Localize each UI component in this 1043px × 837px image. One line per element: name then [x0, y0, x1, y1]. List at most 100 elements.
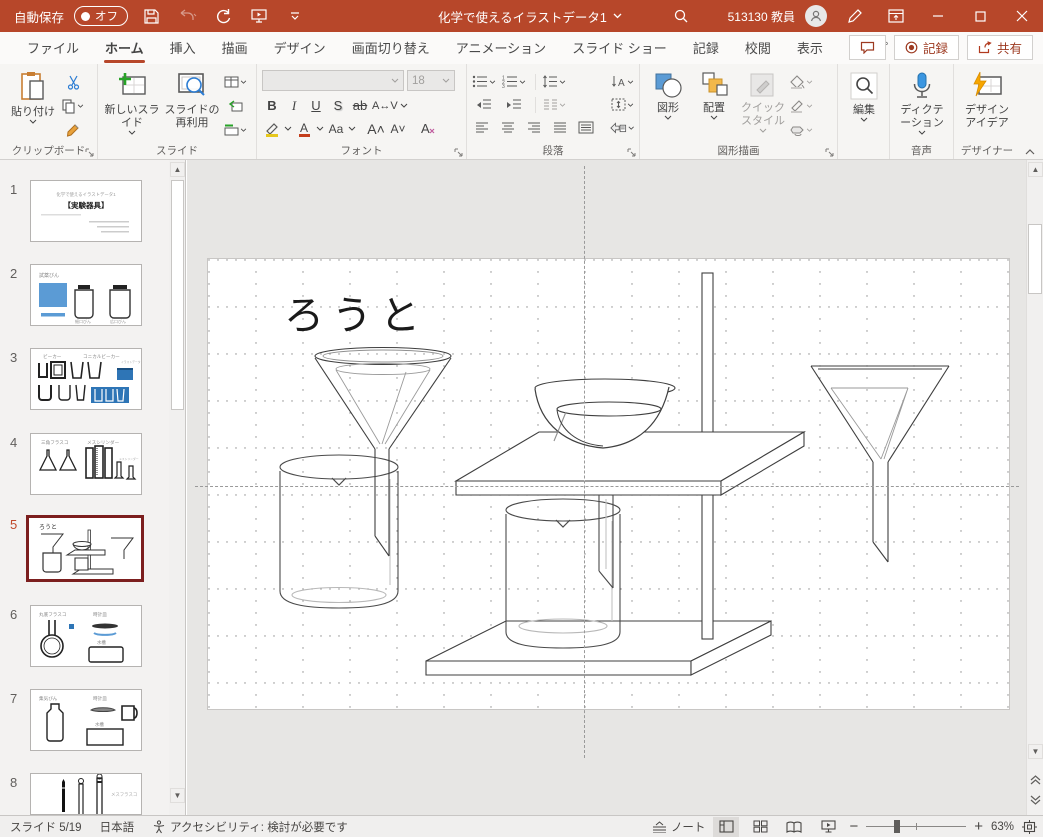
zoom-out-icon[interactable]: −: [849, 818, 858, 835]
char-spacing-chevron-icon[interactable]: [400, 103, 408, 108]
zoom-level[interactable]: 63%: [991, 821, 1014, 833]
language-indicator[interactable]: 日本語: [100, 819, 135, 835]
font-size-combo[interactable]: 18: [407, 70, 455, 91]
quick-access-chevron-icon[interactable]: [282, 4, 308, 28]
fit-slide-to-window-icon[interactable]: [1022, 820, 1037, 834]
thumbnail-slide-4[interactable]: 4 三角フラスコ メスシリンダー メスシリンダー: [30, 433, 150, 495]
dictate-button[interactable]: ディクテーション: [895, 68, 949, 135]
tab-home[interactable]: ホーム: [92, 32, 157, 64]
align-text-vertical-icon[interactable]: [610, 95, 634, 115]
bold-button[interactable]: B: [262, 96, 282, 116]
new-slide-button[interactable]: 新しいスライド: [103, 68, 161, 140]
copy-icon[interactable]: [61, 96, 85, 116]
title-dropdown-icon[interactable]: [613, 13, 622, 19]
thumb-scroll-down-icon[interactable]: ▼: [170, 788, 185, 803]
redo-icon[interactable]: [210, 4, 236, 28]
shape-effects-icon[interactable]: [789, 120, 813, 140]
shape-outline-icon[interactable]: [789, 96, 813, 116]
zoom-slider[interactable]: [866, 817, 966, 837]
save-icon[interactable]: [138, 4, 164, 28]
accessibility-indicator[interactable]: アクセシビリティ: 検討が必要です: [152, 819, 348, 835]
thumb-scrollbar-thumb[interactable]: [171, 180, 184, 410]
change-case-button[interactable]: Aa: [326, 119, 346, 139]
tab-slideshow[interactable]: スライド ショー: [559, 32, 680, 64]
collapse-ribbon-icon[interactable]: [1025, 149, 1035, 155]
distribute-text-icon[interactable]: [577, 118, 596, 138]
zoom-slider-knob[interactable]: [894, 820, 900, 833]
slide-canvas[interactable]: ろうと: [207, 258, 1010, 710]
scroll-down-icon[interactable]: ▼: [1028, 744, 1043, 759]
line-spacing-icon[interactable]: [542, 72, 566, 92]
layout-icon[interactable]: [223, 72, 247, 92]
shapes-button[interactable]: 図形: [645, 68, 691, 140]
notes-button[interactable]: ノート: [652, 819, 706, 835]
maximize-button[interactable]: [959, 0, 1001, 32]
character-spacing-button[interactable]: A↔V: [372, 96, 398, 116]
ribbon-display-options-icon[interactable]: [875, 0, 917, 32]
record-button[interactable]: 記録: [894, 35, 959, 60]
paragraph-dialog-launcher-icon[interactable]: [627, 148, 636, 157]
previous-slide-icon[interactable]: [1028, 772, 1043, 787]
ink-pen-icon[interactable]: [841, 4, 867, 28]
slideshow-view-button[interactable]: [815, 817, 841, 837]
tab-file[interactable]: ファイル: [14, 32, 92, 64]
user-name[interactable]: 513130 教員: [728, 8, 795, 25]
reset-icon[interactable]: [223, 96, 247, 116]
undo-icon[interactable]: [174, 4, 200, 28]
clipboard-dialog-launcher-icon[interactable]: [85, 148, 94, 157]
section-icon[interactable]: [223, 120, 247, 140]
font-color-chevron-icon[interactable]: [316, 126, 324, 131]
tab-insert[interactable]: 挿入: [157, 32, 209, 64]
highlight-chevron-icon[interactable]: [284, 126, 292, 131]
share-button[interactable]: 共有: [967, 35, 1033, 60]
editor-scrollbar[interactable]: ▲ ▼: [1026, 160, 1043, 815]
thumbnail-slide-2[interactable]: 2 試薬びん 細口びん 広口びん: [30, 264, 150, 326]
editor-scrollbar-thumb[interactable]: [1028, 224, 1042, 294]
document-title[interactable]: 化学で使えるイラストデータ1: [438, 7, 607, 26]
slide-title-text[interactable]: ろうと: [284, 294, 428, 338]
align-center-icon[interactable]: [498, 118, 517, 138]
slide-indicator[interactable]: スライド 5/19: [10, 819, 82, 835]
align-left-icon[interactable]: [472, 118, 491, 138]
zoom-in-icon[interactable]: +: [974, 818, 983, 835]
tab-animations[interactable]: アニメーション: [443, 32, 559, 64]
normal-view-button[interactable]: [713, 817, 739, 837]
editing-button[interactable]: 編集: [843, 68, 885, 122]
font-name-combo[interactable]: [262, 70, 404, 91]
minimize-button[interactable]: [917, 0, 959, 32]
drawing-dialog-launcher-icon[interactable]: [825, 148, 834, 157]
design-ideas-button[interactable]: デザイン アイデア: [959, 68, 1015, 130]
change-case-chevron-icon[interactable]: [348, 126, 356, 131]
quick-styles-button[interactable]: クイック スタイル: [737, 68, 789, 140]
increase-font-button[interactable]: A˄: [366, 119, 386, 139]
convert-smartart-icon[interactable]: [610, 118, 634, 138]
avatar[interactable]: [805, 5, 827, 27]
thumbnail-slide-7[interactable]: 7 集気びん 時計皿 水槽: [30, 689, 150, 751]
search-icon[interactable]: [668, 4, 694, 28]
shape-fill-icon[interactable]: [789, 72, 813, 92]
thumbnail-slide-3[interactable]: 3 ビーカー コニカルビーカー: [30, 348, 150, 410]
thumbnail-slide-8[interactable]: 8 メスフラスコ: [30, 773, 150, 815]
tab-view[interactable]: 表示: [784, 32, 836, 64]
comments-button[interactable]: [849, 35, 886, 60]
paste-button[interactable]: 貼り付け: [5, 68, 61, 140]
justify-icon[interactable]: [551, 118, 570, 138]
autosave-toggle[interactable]: オフ: [74, 6, 128, 26]
decrease-indent-icon[interactable]: [472, 95, 496, 115]
underline-button[interactable]: U: [306, 96, 326, 116]
bullets-icon[interactable]: [472, 72, 496, 92]
thumbnail-scrollbar[interactable]: ▲ ▼: [169, 160, 185, 815]
text-direction-icon[interactable]: A: [610, 72, 634, 92]
text-shadow-button[interactable]: S: [328, 96, 348, 116]
cut-icon[interactable]: [61, 72, 85, 92]
tab-record[interactable]: 記録: [680, 32, 732, 64]
thumb-scroll-up-icon[interactable]: ▲: [170, 162, 185, 177]
font-color-button[interactable]: A: [294, 119, 314, 139]
format-painter-icon[interactable]: [61, 120, 85, 140]
scroll-up-icon[interactable]: ▲: [1028, 162, 1043, 177]
reading-view-button[interactable]: [781, 817, 807, 837]
arrange-button[interactable]: 配置: [691, 68, 737, 140]
align-right-icon[interactable]: [524, 118, 543, 138]
tab-review[interactable]: 校閲: [732, 32, 784, 64]
increase-indent-icon[interactable]: [502, 95, 526, 115]
